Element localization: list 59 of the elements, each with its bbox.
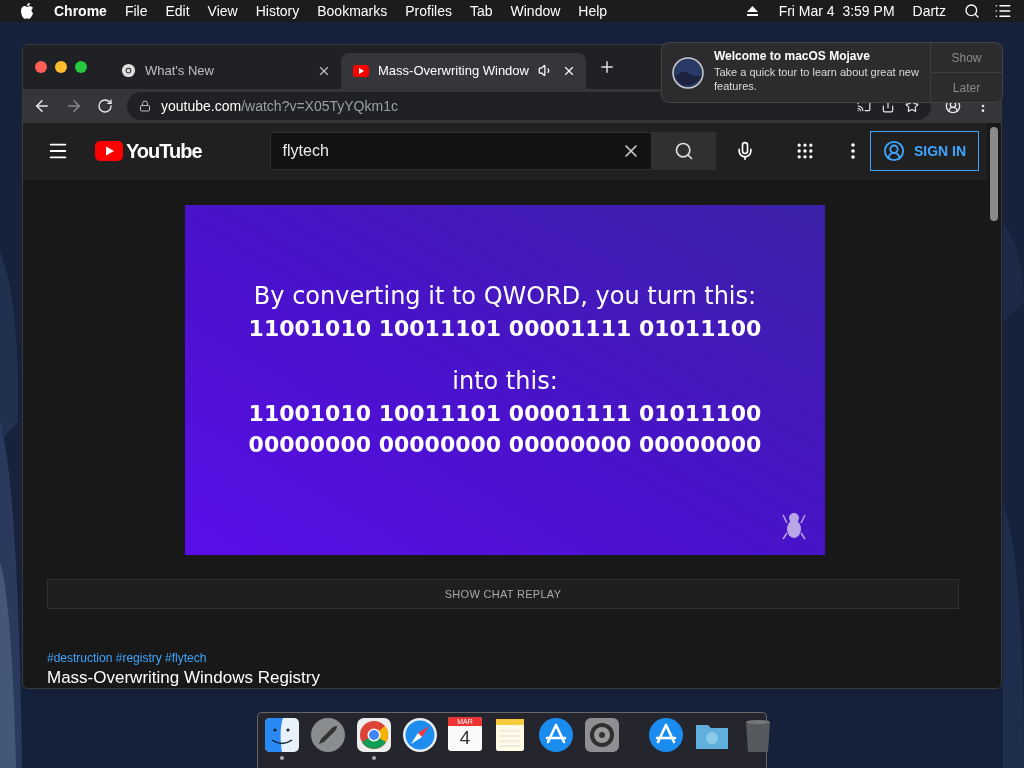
apple-icon[interactable]	[20, 2, 34, 19]
gear-icon[interactable]	[584, 717, 620, 754]
play-logo-icon	[353, 64, 369, 77]
video-slide[interactable]: By converting it to QWORD, you turn this: 11001010 10011101 00001111 01011100 into this: 11001010 10011101 00001111 01011100 00000000 00000000 00000000 00000000	[185, 204, 825, 555]
notification-text: Take a quick tour to learn about great new features.	[714, 65, 920, 93]
close-button[interactable]	[35, 60, 47, 73]
menu-item[interactable]: Help	[578, 2, 608, 19]
app-store-icon[interactable]	[648, 717, 684, 754]
binary-text: 00000000 00000000 00000000 00000000	[248, 432, 762, 458]
calendar-day: 4	[459, 726, 471, 750]
youtube-logo[interactable]: YouTube	[95, 139, 202, 163]
compass-icon[interactable]	[402, 717, 438, 754]
user-icon	[882, 140, 905, 163]
browser-tab[interactable]: Mass-Overwriting Window	[341, 52, 586, 89]
video-title: Mass-Overwriting Windows Registry	[47, 668, 321, 689]
lock-icon	[139, 99, 151, 112]
menu-item[interactable]: File	[124, 2, 148, 19]
scrollbar-thumb[interactable]	[990, 126, 998, 221]
url-text: youtube.com/watch?v=X05TyYQkm1c	[161, 97, 398, 114]
browser-icon[interactable]	[356, 717, 392, 754]
menu-item[interactable]: Edit	[165, 2, 190, 19]
app-store-icon[interactable]	[538, 717, 574, 754]
reload-icon[interactable]	[97, 97, 113, 114]
disc-icon	[672, 57, 704, 89]
logo-text: YouTube	[126, 139, 202, 163]
notification-title: Welcome to macOS Mojave	[714, 49, 871, 63]
eject-icon[interactable]	[745, 4, 759, 17]
hashtags-link[interactable]: #destruction #registry #flytech	[47, 651, 987, 666]
binary-text: 11001010 10011101 00001111 01011100	[248, 316, 762, 342]
search-icon	[673, 141, 694, 162]
clock[interactable]: Fri Mar 4 3:59 PM	[778, 2, 895, 19]
user-name[interactable]: Dartz	[912, 2, 946, 19]
search-icon[interactable]	[964, 2, 980, 19]
show-chat-replay-button[interactable]: SHOW CHAT REPLAY	[47, 578, 959, 610]
search-text: flytech	[282, 142, 330, 161]
more-icon	[850, 143, 855, 160]
face-icon[interactable]	[264, 717, 300, 754]
binary-text: 11001010 10011101 00001111 01011100	[248, 401, 762, 427]
notification-action[interactable]: Later	[931, 72, 1002, 102]
menu-item[interactable]: Profiles	[405, 2, 452, 19]
zoom-button[interactable]	[75, 60, 87, 73]
menu-item[interactable]: History	[255, 2, 300, 19]
browser-tab[interactable]: What's New	[109, 52, 341, 89]
play-logo-icon	[95, 141, 123, 162]
app-menu[interactable]: Chrome	[54, 2, 107, 19]
minimize-button[interactable]	[55, 60, 67, 73]
browser-icon	[121, 63, 136, 79]
menu-item[interactable]: Tab	[469, 2, 493, 19]
menu-item[interactable]: Bookmarks	[317, 2, 388, 19]
menu-item[interactable]: Window	[510, 2, 561, 19]
tab-title: What's New	[145, 63, 215, 79]
slide-caption: By converting it to QWORD, you turn this:	[253, 282, 757, 311]
menu-item[interactable]: View	[207, 2, 238, 19]
search-field[interactable]: flytech	[269, 132, 652, 171]
notification-action[interactable]: Show	[931, 43, 1002, 72]
slide-caption: into this:	[452, 367, 558, 396]
tab-title: Mass-Overwriting Window	[378, 63, 529, 79]
search-button[interactable]	[651, 132, 716, 171]
sign-in-button[interactable]: SIGN IN	[870, 131, 979, 172]
